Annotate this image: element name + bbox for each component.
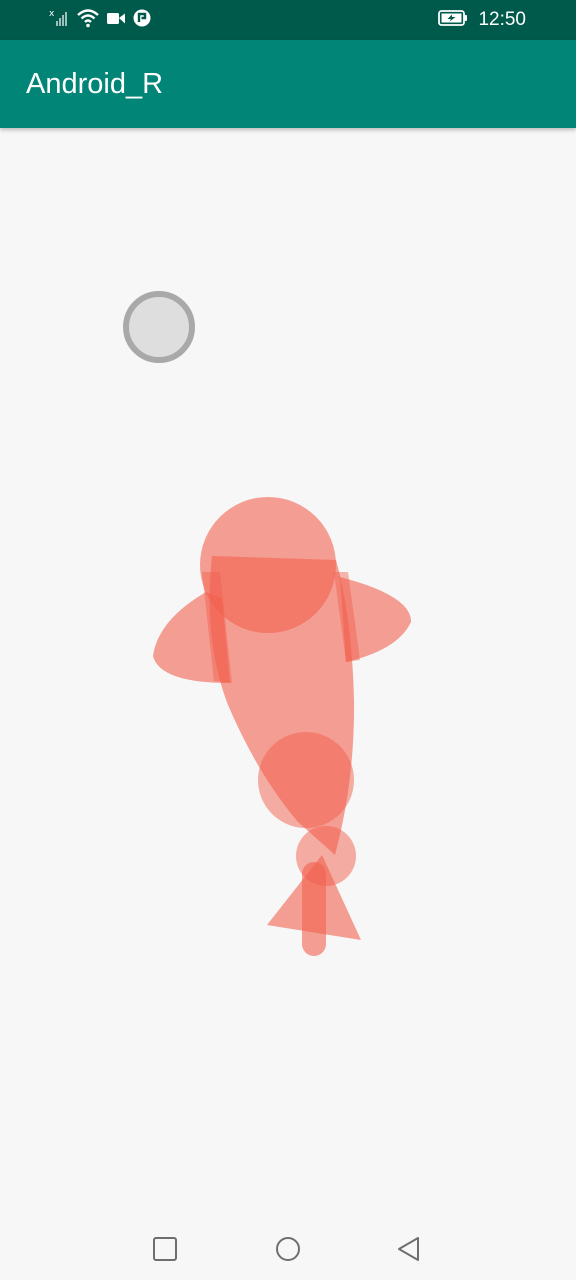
back-triangle-icon [398,1237,419,1261]
fish-head [200,497,336,633]
back-button[interactable] [396,1236,422,1262]
koi-fish-drawing [153,497,412,956]
circle-icon [276,1237,300,1261]
square-icon [153,1237,177,1261]
home-button[interactable] [275,1236,301,1262]
recents-button[interactable] [152,1236,178,1262]
koi-fish [153,497,412,956]
navigation-bar [0,1216,576,1280]
fish-segment-large [258,732,354,828]
